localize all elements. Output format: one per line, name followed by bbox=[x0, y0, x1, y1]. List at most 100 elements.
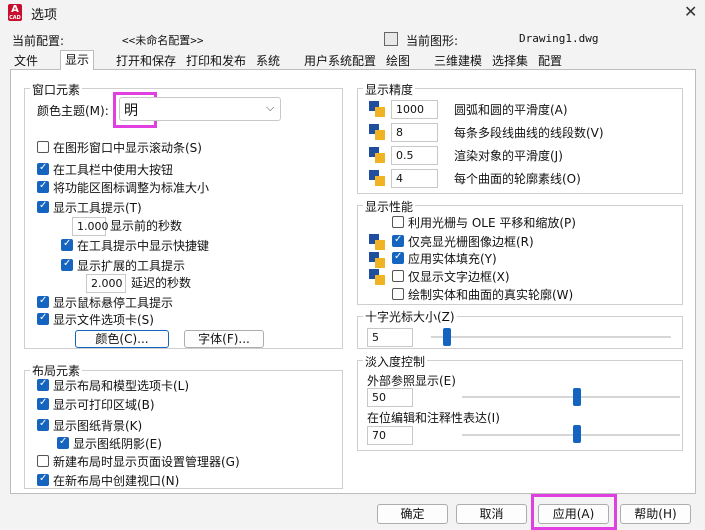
paper-background-label: 显示图纸背景(K) bbox=[53, 419, 143, 433]
drawing-saved-icon bbox=[369, 170, 385, 186]
raster-ole-checkbox[interactable] bbox=[392, 216, 404, 228]
raster-frame-label: 仅亮显光栅图像边框(R) bbox=[408, 235, 534, 249]
shortcut-keys-label: 在工具提示中显示快捷键 bbox=[77, 239, 210, 253]
ok-button[interactable]: 确定 bbox=[377, 504, 448, 524]
autocad-app-icon: A CAD bbox=[8, 4, 22, 21]
create-viewport-label: 在新布局中创建视口(N) bbox=[53, 474, 180, 488]
chevron-down-icon[interactable]: ⌵ bbox=[266, 101, 274, 115]
inplace-edit-label: 在位编辑和注释性表达(I) bbox=[367, 411, 500, 425]
xref-display-input[interactable]: 50 bbox=[367, 388, 413, 407]
silhouettes-label: 绘制实体和曲面的真实轮廓(W) bbox=[408, 288, 574, 302]
current-profile-label: 当前配置: bbox=[12, 34, 65, 48]
create-viewport-checkbox[interactable] bbox=[37, 473, 49, 486]
polyline-segments-label: 每条多段线曲线的线段数(V) bbox=[454, 126, 604, 140]
ribbon-icons-checkbox[interactable] bbox=[37, 180, 49, 193]
text-frame-label: 仅显示文字边框(X) bbox=[408, 270, 510, 284]
tab-drafting[interactable]: 绘图 bbox=[382, 52, 414, 70]
printable-area-label: 显示可打印区域(B) bbox=[53, 398, 155, 412]
inplace-edit-input[interactable]: 70 bbox=[367, 426, 413, 445]
scrollbars-checkbox[interactable] bbox=[37, 141, 49, 153]
inplace-slider-thumb[interactable] bbox=[573, 425, 581, 443]
render-smoothness-label: 渲染对象的平滑度(J) bbox=[454, 149, 563, 163]
tab-plot-publish[interactable]: 打印和发布 bbox=[182, 52, 250, 70]
xref-display-label: 外部参照显示(E) bbox=[367, 374, 456, 388]
current-drawing-value: Drawing1.dwg bbox=[519, 32, 599, 45]
tooltips-label: 显示工具提示(T) bbox=[53, 201, 142, 215]
window-elements-title: 窗口元素 bbox=[30, 81, 83, 98]
tooltip-delay-label: 显示前的秒数 bbox=[110, 219, 183, 233]
drawing-icon bbox=[384, 32, 398, 46]
contour-lines-input[interactable]: 4 bbox=[391, 169, 438, 188]
display-performance-title: 显示性能 bbox=[363, 198, 416, 215]
display-resolution-title: 显示精度 bbox=[363, 81, 416, 98]
render-smoothness-input[interactable]: 0.5 bbox=[391, 146, 438, 165]
tab-display[interactable]: 显示 bbox=[60, 50, 95, 71]
color-theme-value: 明 bbox=[124, 103, 138, 119]
xref-slider-track[interactable] bbox=[462, 396, 680, 398]
drawing-saved-icon bbox=[369, 252, 385, 268]
cancel-button[interactable]: 取消 bbox=[456, 504, 527, 524]
raster-frame-checkbox[interactable] bbox=[392, 234, 404, 247]
color-theme-label: 颜色主题(M): bbox=[37, 104, 109, 118]
large-buttons-label: 在工具栏中使用大按钮 bbox=[53, 163, 174, 177]
color-theme-select[interactable] bbox=[119, 97, 281, 121]
tab-system[interactable]: 系统 bbox=[252, 52, 284, 70]
tab-selection[interactable]: 选择集 bbox=[488, 52, 532, 70]
help-button[interactable]: 帮助(H) bbox=[620, 504, 691, 524]
fonts-button[interactable]: 字体(F)... bbox=[184, 330, 264, 348]
rollover-tooltips-label: 显示鼠标悬停工具提示 bbox=[53, 296, 174, 310]
silhouettes-checkbox[interactable] bbox=[392, 288, 404, 300]
layout-model-tabs-checkbox[interactable] bbox=[37, 378, 49, 391]
current-profile-value: <<未命名配置>> bbox=[122, 34, 204, 47]
tab-files[interactable]: 文件 bbox=[10, 52, 42, 70]
title-bar bbox=[0, 0, 705, 26]
close-icon[interactable]: ✕ bbox=[684, 2, 697, 21]
extended-delay-label: 延迟的秒数 bbox=[131, 276, 192, 290]
drawing-saved-icon bbox=[369, 124, 385, 140]
tab-3d-modeling[interactable]: 三维建模 bbox=[430, 52, 486, 70]
solid-fill-label: 应用实体填充(Y) bbox=[408, 252, 497, 266]
raster-ole-label: 利用光栅与 OLE 平移和缩放(P) bbox=[408, 216, 576, 230]
crosshair-slider-thumb[interactable] bbox=[443, 328, 451, 346]
solid-fill-checkbox[interactable] bbox=[392, 251, 404, 264]
contour-lines-label: 每个曲面的轮廓素线(O) bbox=[454, 172, 581, 186]
text-frame-checkbox[interactable] bbox=[392, 270, 404, 282]
tooltips-checkbox[interactable] bbox=[37, 200, 49, 213]
file-tabs-checkbox[interactable] bbox=[37, 312, 49, 325]
extended-delay-input[interactable]: 2.000 bbox=[86, 274, 126, 293]
tab-user-preferences[interactable]: 用户系统配置 bbox=[300, 52, 380, 70]
rollover-tooltips-checkbox[interactable] bbox=[37, 295, 49, 308]
extended-tooltips-checkbox[interactable] bbox=[61, 258, 73, 271]
xref-slider-thumb[interactable] bbox=[573, 388, 581, 406]
drawing-saved-icon bbox=[369, 101, 385, 117]
file-tabs-label: 显示文件选项卡(S) bbox=[53, 313, 154, 327]
printable-area-checkbox[interactable] bbox=[37, 397, 49, 410]
page-setup-manager-label: 新建布局时显示页面设置管理器(G) bbox=[53, 455, 240, 469]
large-buttons-checkbox[interactable] bbox=[37, 162, 49, 175]
shortcut-keys-checkbox[interactable] bbox=[61, 238, 73, 251]
paper-shadow-checkbox[interactable] bbox=[57, 436, 69, 449]
tab-profiles[interactable]: 配置 bbox=[534, 52, 566, 70]
drawing-saved-icon bbox=[369, 234, 385, 250]
colors-button[interactable]: 颜色(C)... bbox=[75, 330, 169, 348]
paper-background-checkbox[interactable] bbox=[37, 418, 49, 431]
current-drawing-label: 当前图形: bbox=[406, 34, 459, 48]
paper-shadow-label: 显示图纸阴影(E) bbox=[73, 437, 162, 451]
arc-smoothness-input[interactable]: 1000 bbox=[391, 100, 438, 119]
polyline-segments-input[interactable]: 8 bbox=[391, 123, 438, 142]
page-setup-manager-checkbox[interactable] bbox=[37, 455, 49, 467]
crosshair-title: 十字光标大小(Z) bbox=[363, 308, 457, 325]
fade-control-title: 淡入度控制 bbox=[363, 353, 428, 370]
drawing-saved-icon bbox=[369, 269, 385, 285]
crosshair-size-input[interactable]: 5 bbox=[367, 328, 413, 347]
drawing-saved-icon bbox=[369, 147, 385, 163]
extended-tooltips-label: 显示扩展的工具提示 bbox=[77, 259, 186, 273]
apply-button[interactable]: 应用(A) bbox=[538, 504, 609, 524]
tab-open-save[interactable]: 打开和保存 bbox=[112, 52, 180, 70]
ribbon-icons-label: 将功能区图标调整为标准大小 bbox=[53, 181, 210, 195]
crosshair-slider-track[interactable] bbox=[431, 336, 671, 338]
tooltip-delay-input[interactable]: 1.000 bbox=[72, 217, 109, 236]
window-title: 选项 bbox=[31, 8, 58, 23]
inplace-slider-track[interactable] bbox=[462, 434, 680, 436]
arc-smoothness-label: 圆弧和圆的平滑度(A) bbox=[454, 103, 568, 117]
